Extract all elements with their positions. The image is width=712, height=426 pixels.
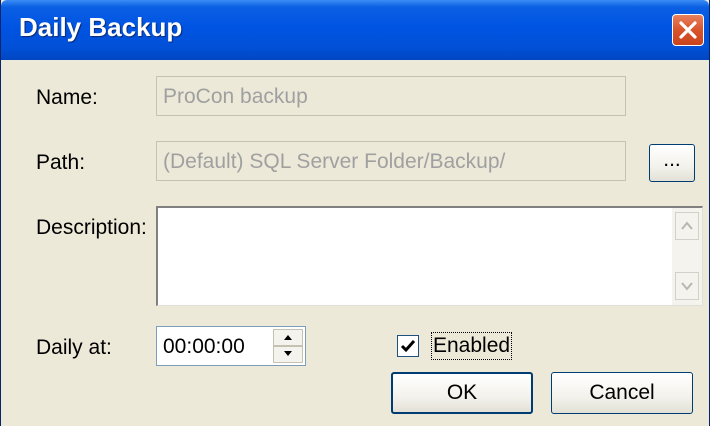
cancel-button-label: Cancel [589, 381, 655, 404]
daily-at-label: Daily at: [36, 336, 112, 359]
checkmark-icon [400, 340, 416, 353]
daily-at-time-picker[interactable]: 00:00:00 [156, 326, 306, 366]
dialog-window: Daily Backup Name: ProCon backup Path: (… [0, 0, 710, 426]
time-spin-down-button[interactable] [273, 346, 303, 363]
arrow-down-icon [284, 351, 292, 356]
description-label: Description: [36, 216, 147, 239]
description-scrollbar[interactable] [672, 208, 702, 305]
enabled-label[interactable]: Enabled [431, 332, 513, 360]
name-label: Name: [36, 86, 98, 109]
arrow-up-icon [681, 221, 693, 230]
time-spin-up-button[interactable] [273, 329, 303, 346]
scroll-up-button[interactable] [675, 212, 699, 240]
cancel-button[interactable]: Cancel [551, 372, 693, 414]
path-label: Path: [36, 151, 86, 174]
title-bar[interactable]: Daily Backup [1, 0, 709, 60]
path-value: (Default) SQL Server Folder/Backup/ [163, 150, 506, 173]
close-icon [679, 21, 697, 39]
scroll-down-button[interactable] [675, 272, 699, 300]
arrow-down-icon [681, 282, 693, 291]
arrow-up-icon [284, 335, 292, 340]
daily-at-value: 00:00:00 [163, 335, 245, 358]
name-value: ProCon backup [163, 85, 308, 108]
close-button[interactable] [672, 14, 704, 46]
ok-button-label: OK [446, 381, 478, 404]
path-field: (Default) SQL Server Folder/Backup/ [156, 141, 626, 181]
description-textarea[interactable] [156, 206, 703, 306]
browse-button[interactable]: ... [649, 144, 695, 182]
browse-button-label: ... [663, 148, 681, 171]
name-field: ProCon backup [156, 76, 626, 116]
enabled-checkbox[interactable] [397, 335, 419, 357]
window-title: Daily Backup [19, 12, 183, 42]
ok-button[interactable]: OK [391, 372, 533, 414]
